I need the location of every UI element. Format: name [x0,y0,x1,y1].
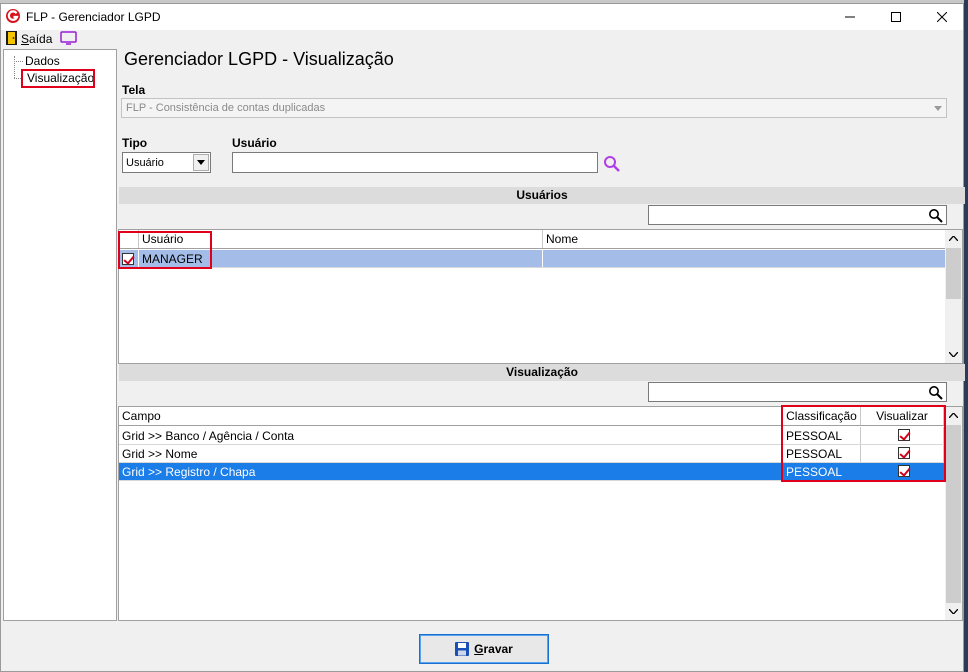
tipo-select[interactable]: Usuário [122,152,211,173]
scroll-up-icon[interactable] [945,230,962,247]
usuarios-scrollbar[interactable] [945,230,962,363]
app-logo-icon [6,9,20,23]
campo-cell: Grid >> Banco / Agência / Conta [119,427,783,444]
usuarios-section-header: Usuários [119,187,965,204]
tipo-label: Tipo [122,136,148,150]
column-header-campo[interactable]: Campo [119,407,783,425]
minimize-icon [845,16,855,18]
visualizacao-section-header: Visualização [119,364,965,381]
highlight-box [118,231,212,269]
tree-connector [14,56,15,78]
exit-menu-item[interactable]: Saída [21,32,52,46]
campo-cell: Grid >> Nome [119,445,783,462]
search-icon[interactable] [928,385,943,400]
exit-label: Saída [21,32,53,46]
maximize-button[interactable] [873,4,919,30]
page-title: Gerenciador LGPD - Visualização [124,49,394,69]
table-row[interactable]: MANAGER [119,250,946,268]
visualizacao-scrollbar[interactable] [945,407,962,620]
chevron-down-icon[interactable] [193,154,209,171]
maximize-icon [891,12,901,22]
monitor-icon[interactable] [60,31,77,45]
tree-item-dados[interactable]: Dados [25,54,60,68]
grid-header: Usuário Nome [119,230,946,249]
close-icon [937,12,947,22]
tree-connector [14,61,23,62]
tipo-select-value: Usuário [126,157,164,169]
visualizacao-grid: Campo Classificação Visualizar Grid >> B… [118,405,963,621]
scroll-down-icon[interactable] [945,603,962,620]
highlight-box [781,405,946,482]
scroll-down-icon[interactable] [945,346,962,363]
minimize-button[interactable] [827,4,873,30]
nome-cell [543,250,946,267]
title-bar: FLP - Gerenciador LGPD [1,4,963,30]
usuario-label: Usuário [232,136,277,150]
gravar-label: Gravar [474,642,513,656]
scrollbar-thumb[interactable] [946,248,961,299]
highlight-box [21,69,95,88]
window-title: FLP - Gerenciador LGPD [26,10,161,24]
app-window: FLP - Gerenciador LGPD Saída Dados Visua… [0,3,965,672]
search-icon[interactable] [928,208,943,223]
floppy-disk-icon [455,642,470,656]
visualizacao-filter-input[interactable] [648,382,947,402]
column-header-nome[interactable]: Nome [543,230,946,248]
background-app-edge [964,0,968,672]
scroll-up-icon[interactable] [945,407,962,424]
campo-cell: Grid >> Registro / Chapa [119,463,783,480]
toolbar: Saída [1,30,963,48]
tela-select-value: FLP - Consistência de contas duplicadas [126,102,326,114]
tela-select[interactable]: FLP - Consistência de contas duplicadas [121,98,947,118]
exit-door-icon [6,31,17,45]
chevron-down-icon[interactable] [929,99,946,117]
search-icon[interactable] [603,155,621,173]
usuarios-filter-input[interactable] [648,205,947,225]
navigation-tree: Dados Visualização [3,49,117,621]
gravar-button[interactable]: Gravar [419,634,549,664]
usuarios-grid: Usuário Nome MANAGER [118,229,963,364]
tela-label: Tela [122,83,146,97]
scrollbar-thumb[interactable] [946,425,961,603]
close-button[interactable] [919,4,965,30]
usuario-input[interactable] [232,152,598,173]
